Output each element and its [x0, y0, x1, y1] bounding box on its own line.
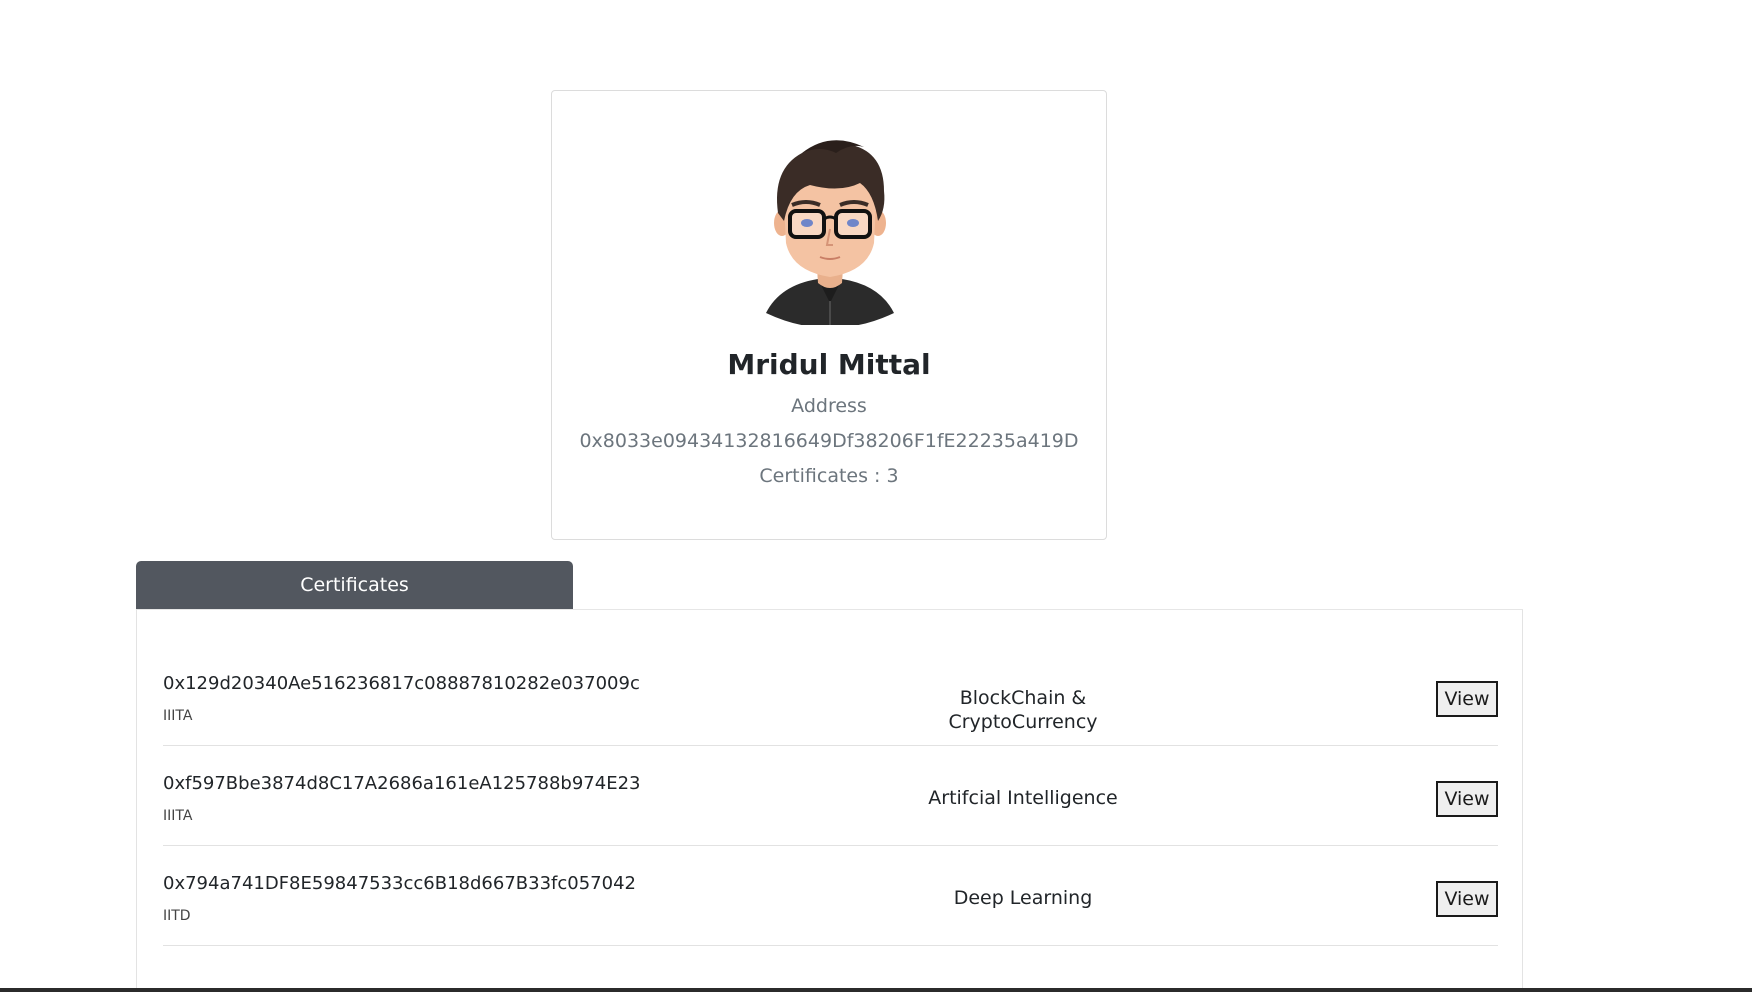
- certificates-panel: 0x129d20340Ae516236817c08887810282e03700…: [136, 609, 1523, 992]
- certificate-issuer: IIITA: [163, 708, 193, 724]
- address-label: Address: [791, 395, 867, 417]
- certificate-row: 0xf597Bbe3874d8C17A2686a161eA125788b974E…: [163, 746, 1498, 846]
- certificate-row: 0x129d20340Ae516236817c08887810282e03700…: [163, 646, 1498, 746]
- view-button[interactable]: View: [1436, 881, 1498, 917]
- view-button[interactable]: View: [1436, 781, 1498, 817]
- profile-card: Mridul Mittal Address 0x8033e09434132816…: [551, 90, 1107, 540]
- certificate-issuer: IIITA: [163, 808, 193, 824]
- certificate-list: 0x129d20340Ae516236817c08887810282e03700…: [163, 646, 1498, 946]
- certificate-course: BlockChain & CryptoCurrency: [948, 687, 1098, 733]
- certificate-row: 0x794a741DF8E59847533cc6B18d667B33fc0570…: [163, 846, 1498, 946]
- bottom-edge-bar: [0, 988, 1752, 992]
- certificate-course: Artifcial Intelligence: [928, 787, 1118, 809]
- tab-certificates[interactable]: Certificates: [136, 561, 573, 609]
- avatar: [766, 140, 894, 325]
- certificate-course: Deep Learning: [953, 887, 1093, 909]
- certificate-hash: 0x794a741DF8E59847533cc6B18d667B33fc0570…: [163, 873, 636, 894]
- page: Mridul Mittal Address 0x8033e09434132816…: [0, 0, 1752, 992]
- certificate-hash: 0x129d20340Ae516236817c08887810282e03700…: [163, 673, 640, 694]
- certificate-issuer: IITD: [163, 908, 191, 924]
- address-value: 0x8033e09434132816649Df38206F1fE22235a41…: [579, 430, 1079, 452]
- certificate-hash: 0xf597Bbe3874d8C17A2686a161eA125788b974E…: [163, 773, 641, 794]
- certificates-count: Certificates : 3: [759, 465, 899, 487]
- view-button[interactable]: View: [1436, 681, 1498, 717]
- profile-name: Mridul Mittal: [727, 348, 931, 381]
